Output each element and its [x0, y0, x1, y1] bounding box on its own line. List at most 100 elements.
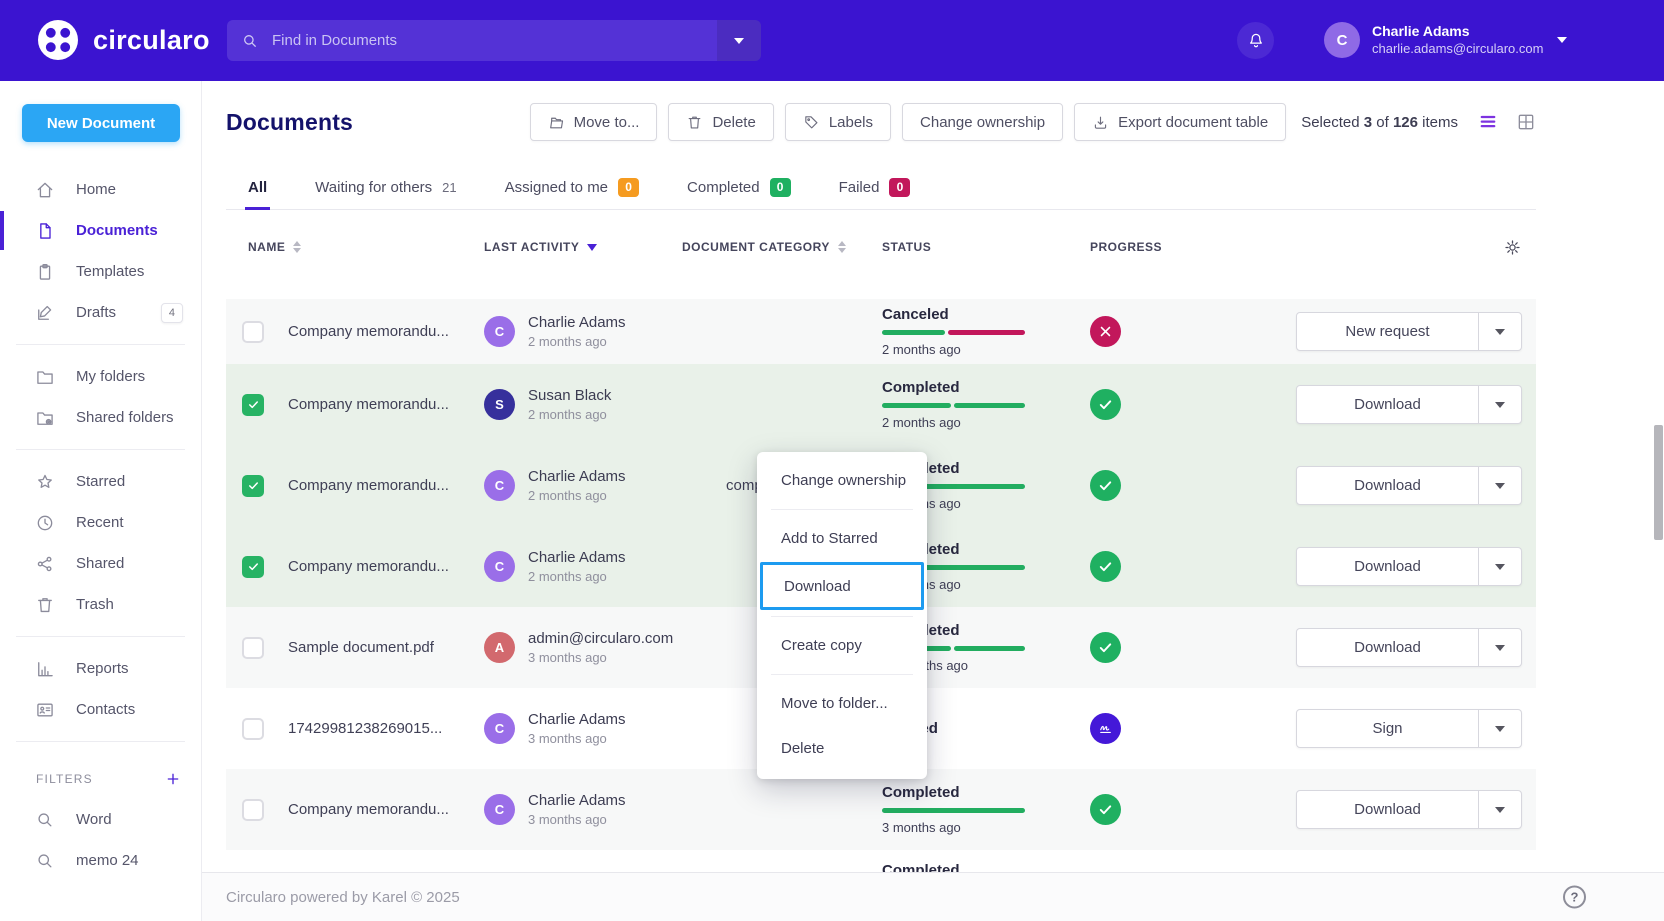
action-dropdown-toggle[interactable]	[1479, 548, 1521, 585]
status-cell: Completed3 months ago	[882, 769, 1090, 850]
action-dropdown-toggle[interactable]	[1479, 629, 1521, 666]
avatar: C	[484, 551, 515, 582]
new-document-button[interactable]: New Document	[22, 104, 180, 142]
scrollbar-thumb[interactable]	[1654, 425, 1663, 540]
action-dropdown-toggle[interactable]	[1479, 313, 1521, 350]
sidebar-item-my-folders[interactable]: My folders	[0, 356, 201, 397]
tab-assigned-to-me[interactable]: Assigned to me0	[505, 165, 639, 209]
cross-status-icon	[1090, 316, 1121, 347]
list-view-icon[interactable]	[1478, 112, 1498, 132]
export-document-table-button[interactable]: Export document table	[1074, 103, 1286, 141]
new-request-button[interactable]: New request	[1296, 312, 1522, 351]
context-menu: Change ownership Add to StarredDownload Cr…	[757, 452, 927, 779]
sidebar-item-documents[interactable]: Documents	[0, 210, 201, 251]
activity-texts: Susan Black2 months ago	[528, 387, 611, 422]
filter-item-memo-24[interactable]: memo 24	[0, 840, 201, 881]
user-menu[interactable]: C Charlie Adams charlie.adams@circularo.…	[1324, 22, 1567, 58]
sidebar-item-contacts[interactable]: Contacts	[0, 689, 201, 730]
sidebar-item-starred[interactable]: Starred	[0, 461, 201, 502]
column-header-name[interactable]: NAME	[242, 240, 484, 254]
plus-icon[interactable]	[165, 771, 181, 787]
contacts-icon	[35, 700, 55, 720]
home-icon	[35, 180, 55, 200]
sidebar-item-shared[interactable]: Shared	[0, 543, 201, 584]
download-button[interactable]: Download	[1296, 466, 1522, 505]
sidebar-item-shared-folders[interactable]: Shared folders	[0, 397, 201, 438]
download-button[interactable]: Download	[1296, 628, 1522, 667]
sidebar-item-drafts[interactable]: Drafts4	[0, 292, 201, 333]
table-row[interactable]: Company memorandu...SSusan Black2 months…	[226, 364, 1536, 445]
sign-status-icon	[1090, 713, 1121, 744]
menu-item-change-ownership[interactable]: Change ownership	[757, 458, 927, 503]
table-row[interactable]: Completed	[226, 850, 1536, 872]
checkbox-cell	[242, 321, 288, 343]
row-checkbox[interactable]	[242, 718, 264, 740]
sidebar-item-home[interactable]: Home	[0, 169, 201, 210]
sidebar-item-label: Shared	[76, 555, 124, 572]
download-button[interactable]: Download	[1296, 790, 1522, 829]
action-dropdown-toggle[interactable]	[1479, 791, 1521, 828]
action-dropdown-toggle[interactable]	[1479, 467, 1521, 504]
brand-logo[interactable]: circularo	[36, 18, 210, 62]
action-dropdown-toggle[interactable]	[1479, 710, 1521, 747]
table-row[interactable]: Company memorandu...CCharlie Adams2 mont…	[226, 299, 1536, 364]
sidebar-item-templates[interactable]: Templates	[0, 251, 201, 292]
sidebar-item-label: Trash	[76, 596, 114, 613]
tab-waiting-for-others[interactable]: Waiting for others21	[315, 165, 456, 209]
notifications-button[interactable]	[1237, 22, 1274, 59]
app-window: circularo C Charlie Adams charlie.adams@…	[0, 0, 1664, 921]
row-checkbox[interactable]	[242, 321, 264, 343]
row-checkbox[interactable]	[242, 475, 264, 497]
row-checkbox[interactable]	[242, 556, 264, 578]
search-input[interactable]	[272, 32, 747, 49]
progress-segment	[954, 646, 1025, 651]
action-cell: Download	[1296, 547, 1536, 586]
menu-item-create-copy[interactable]: Create copy	[757, 623, 927, 668]
sign-button[interactable]: Sign	[1296, 709, 1522, 748]
change-ownership-button[interactable]: Change ownership	[902, 103, 1063, 141]
column-header-progress: PROGRESS	[1090, 240, 1296, 254]
filter-item-word[interactable]: Word	[0, 799, 201, 840]
sidebar-item-label: Templates	[76, 263, 144, 280]
column-header-document-category[interactable]: DOCUMENT CATEGORY	[682, 240, 882, 254]
menu-item-delete[interactable]: Delete	[757, 726, 927, 771]
progress-cell	[1090, 389, 1296, 420]
table-row[interactable]: Company memorandu...CCharlie Adams3 mont…	[226, 769, 1536, 850]
sidebar-item-label: Reports	[76, 660, 129, 677]
tab-all[interactable]: All	[248, 165, 267, 209]
menu-item-move-to-folder[interactable]: Move to folder...	[757, 681, 927, 726]
sidebar-item-recent[interactable]: Recent	[0, 502, 201, 543]
download-button[interactable]: Download	[1296, 547, 1522, 586]
move-to-button[interactable]: Move to...	[530, 103, 658, 141]
labels-button[interactable]: Labels	[785, 103, 891, 141]
progress-bar	[882, 330, 1025, 335]
status-date: 2 months ago	[882, 415, 1090, 430]
menu-item-add-to-starred[interactable]: Add to Starred	[757, 516, 927, 561]
sidebar-item-label: Starred	[76, 473, 125, 490]
search-scope-button[interactable]	[717, 20, 761, 61]
row-checkbox[interactable]	[242, 394, 264, 416]
gear-icon[interactable]	[1503, 238, 1522, 257]
tab-completed[interactable]: Completed0	[687, 165, 791, 209]
delete-button[interactable]: Delete	[668, 103, 773, 141]
grid-view-icon[interactable]	[1516, 112, 1536, 132]
action-button-label: Download	[1297, 467, 1479, 504]
action-dropdown-toggle[interactable]	[1479, 386, 1521, 423]
action-cell: Sign	[1296, 709, 1536, 748]
document-name: Company memorandu...	[288, 477, 484, 494]
actor-name: Susan Black	[528, 387, 611, 404]
row-checkbox[interactable]	[242, 637, 264, 659]
progress-cell	[1090, 470, 1296, 501]
download-button[interactable]: Download	[1296, 385, 1522, 424]
column-header-last-activity[interactable]: LAST ACTIVITY	[484, 240, 682, 254]
divider	[16, 636, 185, 637]
sidebar-item-trash[interactable]: Trash	[0, 584, 201, 625]
sidebar-item-reports[interactable]: Reports	[0, 648, 201, 689]
progress-segment	[882, 330, 945, 335]
tab-failed[interactable]: Failed0	[839, 165, 911, 209]
last-activity-cell: SSusan Black2 months ago	[484, 387, 682, 422]
row-checkbox[interactable]	[242, 799, 264, 821]
sidebar-item-label: Home	[76, 181, 116, 198]
menu-item-download[interactable]: Download	[760, 562, 924, 610]
help-button[interactable]: ?	[1563, 886, 1586, 909]
